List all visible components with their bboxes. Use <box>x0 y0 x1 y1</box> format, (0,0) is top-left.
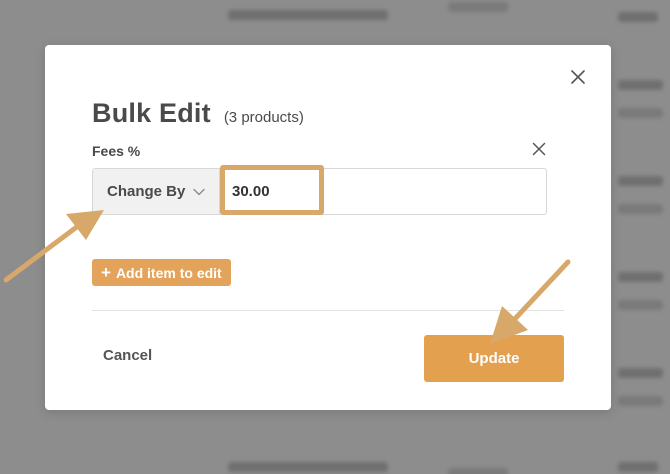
change-mode-select[interactable]: Change By <box>93 169 220 214</box>
background-row <box>618 300 663 310</box>
add-item-button[interactable]: + Add item to edit <box>92 259 231 286</box>
divider <box>92 310 564 311</box>
chevron-down-icon <box>193 188 206 195</box>
background-row <box>448 468 508 474</box>
background-row <box>618 204 663 214</box>
bulk-edit-modal: Bulk Edit (3 products) Fees % Change By … <box>45 45 611 410</box>
modal-title: Bulk Edit <box>92 98 211 128</box>
background-row <box>618 176 663 186</box>
background-row <box>618 108 663 118</box>
background-row <box>448 2 508 12</box>
add-item-label: Add item to edit <box>115 264 222 281</box>
background-row <box>618 368 663 378</box>
fees-value-input[interactable] <box>220 169 546 214</box>
remove-field-icon[interactable] <box>531 141 547 157</box>
product-count: (3 products) <box>223 109 304 126</box>
background-row <box>618 396 663 406</box>
background-row <box>618 80 663 90</box>
background-row <box>618 462 658 472</box>
cancel-button[interactable]: Cancel <box>103 347 152 364</box>
modal-header: Bulk Edit (3 products) <box>92 98 304 129</box>
change-mode-value: Change By <box>107 183 186 200</box>
fees-field-row: Change By <box>92 168 547 215</box>
background-row <box>618 12 658 22</box>
update-button[interactable]: Update <box>424 335 564 382</box>
background-row <box>618 272 663 282</box>
background-row <box>228 10 388 20</box>
background-row <box>228 462 388 472</box>
field-label: Fees % <box>92 143 141 159</box>
plus-icon: + <box>101 263 111 282</box>
close-icon[interactable] <box>569 68 587 86</box>
